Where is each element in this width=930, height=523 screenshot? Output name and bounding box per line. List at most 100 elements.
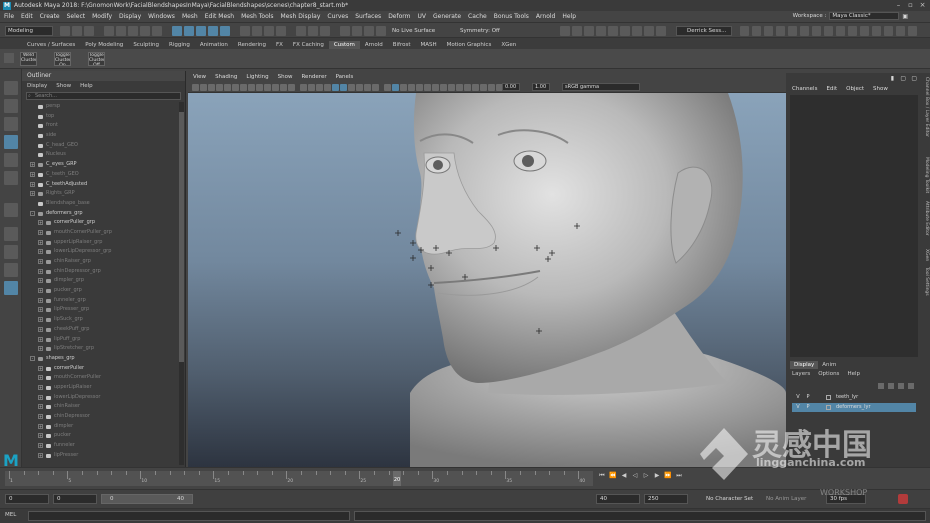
move-tool-icon[interactable]	[4, 135, 18, 149]
menu-modify[interactable]: Modify	[92, 13, 112, 20]
status-tool-icon[interactable]	[320, 26, 330, 36]
outliner-row[interactable]: + lipPresser_grp	[22, 305, 178, 315]
status-tool-icon[interactable]	[60, 26, 70, 36]
expand-toggle-icon[interactable]: +	[38, 249, 43, 255]
expand-toggle-icon[interactable]: +	[30, 171, 35, 177]
outliner-row[interactable]: + lowerLipDepressor	[22, 393, 178, 403]
expand-toggle-icon[interactable]: -	[30, 210, 35, 216]
menu-mesh-display[interactable]: Mesh Display	[281, 13, 321, 20]
shelf-tab-fx[interactable]: FX	[271, 41, 288, 49]
rotate-tool-icon[interactable]	[4, 153, 18, 167]
expand-toggle-icon[interactable]: +	[38, 336, 43, 342]
shelf-tab-poly-modeling[interactable]: Poly Modeling	[80, 41, 128, 49]
menu-surfaces[interactable]: Surfaces	[355, 13, 381, 20]
viewport-tool-icon[interactable]	[416, 84, 423, 91]
expand-toggle-icon[interactable]: +	[38, 297, 43, 303]
render-tool-icon[interactable]	[584, 26, 594, 36]
viewport-tool-icon[interactable]	[456, 84, 463, 91]
menu-bonus-tools[interactable]: Bonus Tools	[494, 13, 529, 20]
layer-playback-toggle[interactable]: P	[804, 393, 812, 402]
viewport-tool-icon[interactable]	[200, 84, 207, 91]
outliner-row[interactable]: + upperLipRaiser	[22, 383, 178, 393]
menu-create[interactable]: Create	[40, 13, 60, 20]
outliner-row[interactable]: + dimpler_grp	[22, 276, 178, 286]
side-by-side-layout-icon[interactable]	[4, 263, 18, 277]
outliner-row[interactable]: Nucleus	[22, 150, 178, 160]
mel-command-input[interactable]	[28, 511, 350, 521]
expand-toggle-icon[interactable]: +	[30, 162, 35, 168]
gamma-field[interactable]: 1.00	[532, 83, 550, 91]
outliner-row[interactable]: C_head_GEO	[22, 141, 178, 151]
shelf-tab-sculpting[interactable]: Sculpting	[128, 41, 164, 49]
menu-mesh-tools[interactable]: Mesh Tools	[241, 13, 273, 20]
viewport-tool-icon[interactable]	[364, 84, 371, 91]
panel-toggle-icon[interactable]	[872, 26, 881, 36]
panel-toggle-icon[interactable]	[740, 26, 749, 36]
menu-display[interactable]: Display	[119, 13, 141, 20]
panel-toggle-icon[interactable]	[812, 26, 821, 36]
menu-edit-mesh[interactable]: Edit Mesh	[205, 13, 234, 20]
status-tool-icon[interactable]	[128, 26, 138, 36]
viewport-tool-icon[interactable]	[332, 84, 339, 91]
viewport-tool-icon[interactable]	[272, 84, 279, 91]
viewport-tool-icon[interactable]	[264, 84, 271, 91]
viewport-tool-icon[interactable]	[288, 84, 295, 91]
menu-uv[interactable]: UV	[418, 13, 427, 20]
outliner-row[interactable]: + funneler	[22, 441, 178, 451]
status-tool-icon[interactable]	[184, 26, 194, 36]
step-back-frame-icon[interactable]: ◀	[620, 472, 628, 480]
shelf-tab-xgen[interactable]: XGen	[496, 41, 521, 49]
status-tool-icon[interactable]	[296, 26, 306, 36]
expand-toggle-icon[interactable]: +	[30, 181, 35, 187]
minimize-button[interactable]: –	[894, 1, 903, 9]
status-tool-icon[interactable]	[172, 26, 182, 36]
panel-toggle-icon[interactable]	[824, 26, 833, 36]
select-tool-icon[interactable]	[4, 81, 18, 95]
outliner-row[interactable]: + lipPuff_grp	[22, 335, 178, 345]
viewport-tool-icon[interactable]	[240, 84, 247, 91]
outliner-row[interactable]: + chinDepressor_grp	[22, 267, 178, 277]
panel-toggle-icon[interactable]	[908, 26, 917, 36]
status-tool-icon[interactable]	[220, 26, 230, 36]
shelf-tab-custom[interactable]: Custom	[328, 41, 360, 49]
outliner-row[interactable]: + C_teethAdjusted	[22, 180, 178, 190]
shelf-menu-icon[interactable]	[4, 53, 14, 63]
side-tab-modeling-toolkit[interactable]: Modeling Toolkit	[921, 157, 929, 193]
layer-color-swatch[interactable]	[826, 405, 831, 410]
viewport-tool-icon[interactable]	[316, 84, 323, 91]
layer-menu-layers[interactable]: Layers	[792, 371, 810, 377]
mel-label[interactable]: MEL	[5, 512, 16, 518]
channel-box-menu-show[interactable]: Show	[873, 84, 888, 94]
outliner-row[interactable]: + chinRaiser	[22, 402, 178, 412]
render-tool-icon[interactable]	[644, 26, 654, 36]
viewport-tool-icon[interactable]	[348, 84, 355, 91]
shelf-tab-rendering[interactable]: Rendering	[233, 41, 271, 49]
panel-toggle-icon[interactable]	[836, 26, 845, 36]
panel-toggle-icon[interactable]	[800, 26, 809, 36]
panel-toggle-icon[interactable]	[764, 26, 773, 36]
expand-toggle-icon[interactable]: +	[38, 404, 43, 410]
viewport-tool-icon[interactable]	[384, 84, 391, 91]
status-tool-icon[interactable]	[140, 26, 150, 36]
expand-toggle-icon[interactable]: +	[38, 268, 43, 274]
expand-toggle-icon[interactable]: +	[38, 452, 43, 458]
viewport-menu-shading[interactable]: Shading	[215, 73, 237, 82]
maximize-button[interactable]: ▫	[906, 1, 915, 9]
outliner-row[interactable]: - shapes_grp	[22, 354, 178, 364]
viewport-tool-icon[interactable]	[308, 84, 315, 91]
range-slider[interactable]: 0 40	[101, 494, 193, 504]
status-tool-icon[interactable]	[240, 26, 250, 36]
viewport-tool-icon[interactable]	[488, 84, 495, 91]
expand-toggle-icon[interactable]: +	[38, 365, 43, 371]
go-to-end-icon[interactable]: ⏭	[675, 472, 683, 480]
outliner-row[interactable]: + dimpler	[22, 422, 178, 432]
shelf-tab-motion-graphics[interactable]: Motion Graphics	[442, 41, 497, 49]
paint-select-tool-icon[interactable]	[4, 117, 18, 131]
expand-toggle-icon[interactable]: +	[38, 278, 43, 284]
toggle-cluster-off-button[interactable]: Toggle Cluster Off	[88, 52, 105, 66]
workspace-lock-icon[interactable]: ▣	[902, 13, 908, 20]
single-pane-layout-icon[interactable]	[4, 227, 18, 241]
menu-cache[interactable]: Cache	[468, 13, 487, 20]
step-back-key-icon[interactable]: ⏪	[609, 472, 617, 480]
panel-toggle-icon[interactable]	[848, 26, 857, 36]
